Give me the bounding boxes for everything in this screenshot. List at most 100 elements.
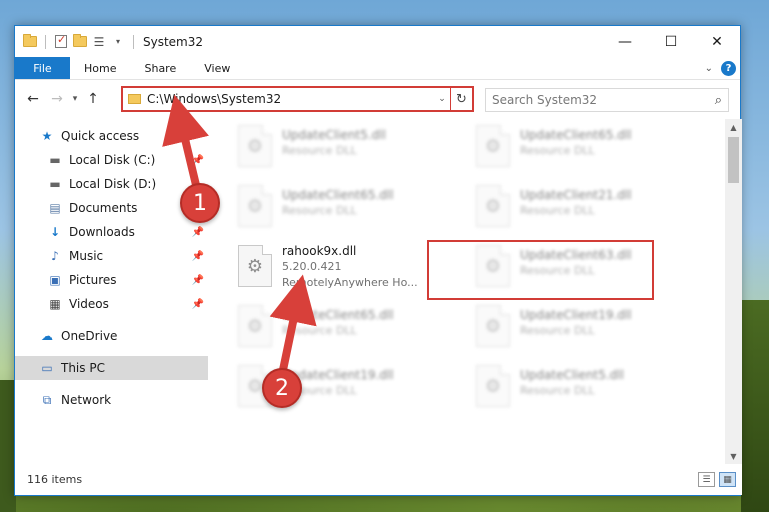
step-badge-2: 2 (262, 368, 302, 408)
cloud-icon: ☁ (41, 329, 53, 343)
file-description: Resource DLL (520, 204, 595, 217)
search-input[interactable]: Search System32 ⌕ (485, 88, 729, 112)
dll-file-icon: ⚙ (238, 305, 272, 347)
file-name: UpdateClient65.dll (282, 188, 394, 202)
pin-icon[interactable]: 📌 (192, 299, 204, 310)
up-arrow-icon[interactable]: ↑ (81, 87, 105, 111)
toolbar-divider (45, 34, 46, 49)
dll-file-icon: ⚙ (238, 125, 272, 167)
file-name: UpdateClient65.dll (282, 308, 394, 322)
sidebar-item-this-pc[interactable]: ▭ This PC (15, 356, 208, 380)
address-path[interactable]: C:\Windows\System32 (147, 92, 434, 106)
scroll-down-icon[interactable]: ▼ (725, 448, 742, 465)
file-description: Resource DLL (520, 384, 595, 397)
pin-icon[interactable]: 📌 (192, 275, 204, 286)
view-toggle: ☰ ▦ (698, 472, 742, 487)
tab-share[interactable]: Share (130, 57, 190, 79)
background-tree (741, 300, 769, 512)
file-description: Resource DLL (520, 324, 595, 337)
sidebar-item-quick-access[interactable]: ★ Quick access (15, 124, 208, 148)
file-description: Resource DLL (282, 144, 357, 157)
music-icon: ♪ (51, 249, 59, 263)
file-name: UpdateClient63.dll (520, 248, 632, 262)
file-name: UpdateClient19.dll (520, 308, 632, 322)
file-tile[interactable]: ⚙ UpdateClient5.dll Resource DLL (470, 361, 700, 413)
file-tile[interactable]: ⚙ UpdateClient5.dll Resource DLL (232, 121, 462, 173)
expand-ribbon-icon[interactable]: ⌄ (705, 63, 713, 74)
large-icons-view-icon[interactable]: ▦ (719, 472, 736, 487)
scrollbar-thumb[interactable] (728, 137, 739, 183)
sidebar-item-local-disk-c[interactable]: ▬ Local Disk (C:) 📌 (15, 148, 208, 172)
file-tile[interactable]: ⚙ UpdateClient63.dll Resource DLL (470, 241, 700, 293)
file-tile[interactable]: ⚙ UpdateClient19.dll Resource DLL (470, 301, 700, 353)
new-folder-icon[interactable] (73, 34, 87, 49)
customize-toolbar-icon[interactable]: ☰ (92, 35, 106, 49)
vertical-scrollbar[interactable]: ▲ ▼ (725, 119, 742, 465)
dropdown-arrow-icon[interactable]: ▾ (111, 35, 125, 49)
dll-file-icon: ⚙ (476, 365, 510, 407)
sidebar-item-label: Downloads (69, 225, 135, 239)
pin-icon[interactable]: 📌 (192, 227, 204, 238)
search-placeholder: Search System32 (492, 93, 598, 107)
file-description: RemotelyAnywhere Ho... (282, 276, 418, 289)
file-description: Resource DLL (520, 264, 595, 277)
file-tile[interactable]: ⚙ UpdateClient21.dll Resource DLL (470, 181, 700, 233)
sidebar-item-videos[interactable]: ▦ Videos 📌 (15, 292, 208, 316)
drive-icon: ▬ (49, 177, 61, 191)
file-description: Resource DLL (282, 204, 357, 217)
file-name: UpdateClient21.dll (520, 188, 632, 202)
maximize-button[interactable]: ☐ (648, 26, 694, 57)
pin-icon[interactable]: 📌 (192, 155, 204, 166)
address-dropdown-icon[interactable]: ⌄ (434, 94, 450, 104)
address-bar[interactable]: C:\Windows\System32 ⌄ ↻ (121, 86, 474, 112)
window-controls: — ☐ ✕ (602, 26, 740, 57)
tab-view[interactable]: View (190, 57, 244, 79)
file-tile[interactable]: ⚙ UpdateClient65.dll Resource DLL (232, 181, 462, 233)
sidebar-item-label: Local Disk (D:) (69, 177, 157, 191)
sidebar-item-documents[interactable]: ▤ Documents 📌 (15, 196, 208, 220)
navigation-bar: ← → ▾ ↑ C:\Windows\System32 ⌄ ↻ Search S… (15, 80, 740, 118)
properties-icon[interactable] (54, 33, 68, 49)
explorer-window: ☰ ▾ System32 — ☐ ✕ File Home Share View … (14, 25, 742, 496)
search-icon[interactable]: ⌕ (715, 93, 722, 108)
recent-locations-icon[interactable]: ▾ (69, 94, 81, 104)
item-count: 116 items (27, 473, 83, 486)
file-list: ⚙ UpdateClient5.dll Resource DLL ⚙ Update… (208, 119, 742, 465)
sidebar-item-label: This PC (61, 361, 105, 375)
sidebar-item-network[interactable]: ⧉ Network (15, 388, 208, 412)
refresh-icon[interactable]: ↻ (450, 88, 472, 110)
close-button[interactable]: ✕ (694, 26, 740, 57)
minimize-button[interactable]: — (602, 26, 648, 57)
scroll-up-icon[interactable]: ▲ (725, 119, 742, 136)
sidebar-item-music[interactable]: ♪ Music 📌 (15, 244, 208, 268)
back-arrow-icon[interactable]: ← (21, 87, 45, 111)
file-tile[interactable]: ⚙ UpdateClient65.dll Resource DLL (470, 121, 700, 173)
pin-icon[interactable]: 📌 (192, 251, 204, 262)
sidebar-item-label: Local Disk (C:) (69, 153, 156, 167)
documents-icon: ▤ (49, 201, 61, 215)
quick-access-toolbar: ☰ ▾ (15, 33, 137, 49)
network-icon: ⧉ (42, 392, 52, 407)
tab-file[interactable]: File (15, 57, 70, 79)
file-version: 5.20.0.421 (282, 260, 342, 273)
sidebar-item-downloads[interactable]: ↓ Downloads 📌 (15, 220, 208, 244)
help-icon[interactable]: ? (721, 60, 736, 76)
drive-icon: ▬ (49, 153, 61, 167)
window-title: System32 (143, 34, 204, 49)
star-icon: ★ (41, 129, 53, 143)
file-tile[interactable]: ⚙ UpdateClient65.dll Resource DLL (232, 301, 462, 353)
file-name: UpdateClient5.dll (520, 368, 624, 382)
tab-home[interactable]: Home (70, 57, 130, 79)
sidebar-item-label: Network (61, 393, 112, 407)
sidebar-item-label: Music (69, 249, 104, 263)
dll-file-icon: ⚙ (238, 245, 272, 287)
forward-arrow-icon[interactable]: → (45, 87, 69, 111)
sidebar-item-label: Pictures (69, 273, 117, 287)
folder-icon (23, 34, 37, 49)
sidebar-item-label: Videos (69, 297, 109, 311)
details-view-icon[interactable]: ☰ (698, 472, 715, 487)
sidebar-item-label: Quick access (61, 129, 140, 143)
sidebar-item-onedrive[interactable]: ☁ OneDrive (15, 324, 208, 348)
sidebar-item-local-disk-d[interactable]: ▬ Local Disk (D:) (15, 172, 208, 196)
sidebar-item-pictures[interactable]: ▣ Pictures 📌 (15, 268, 208, 292)
